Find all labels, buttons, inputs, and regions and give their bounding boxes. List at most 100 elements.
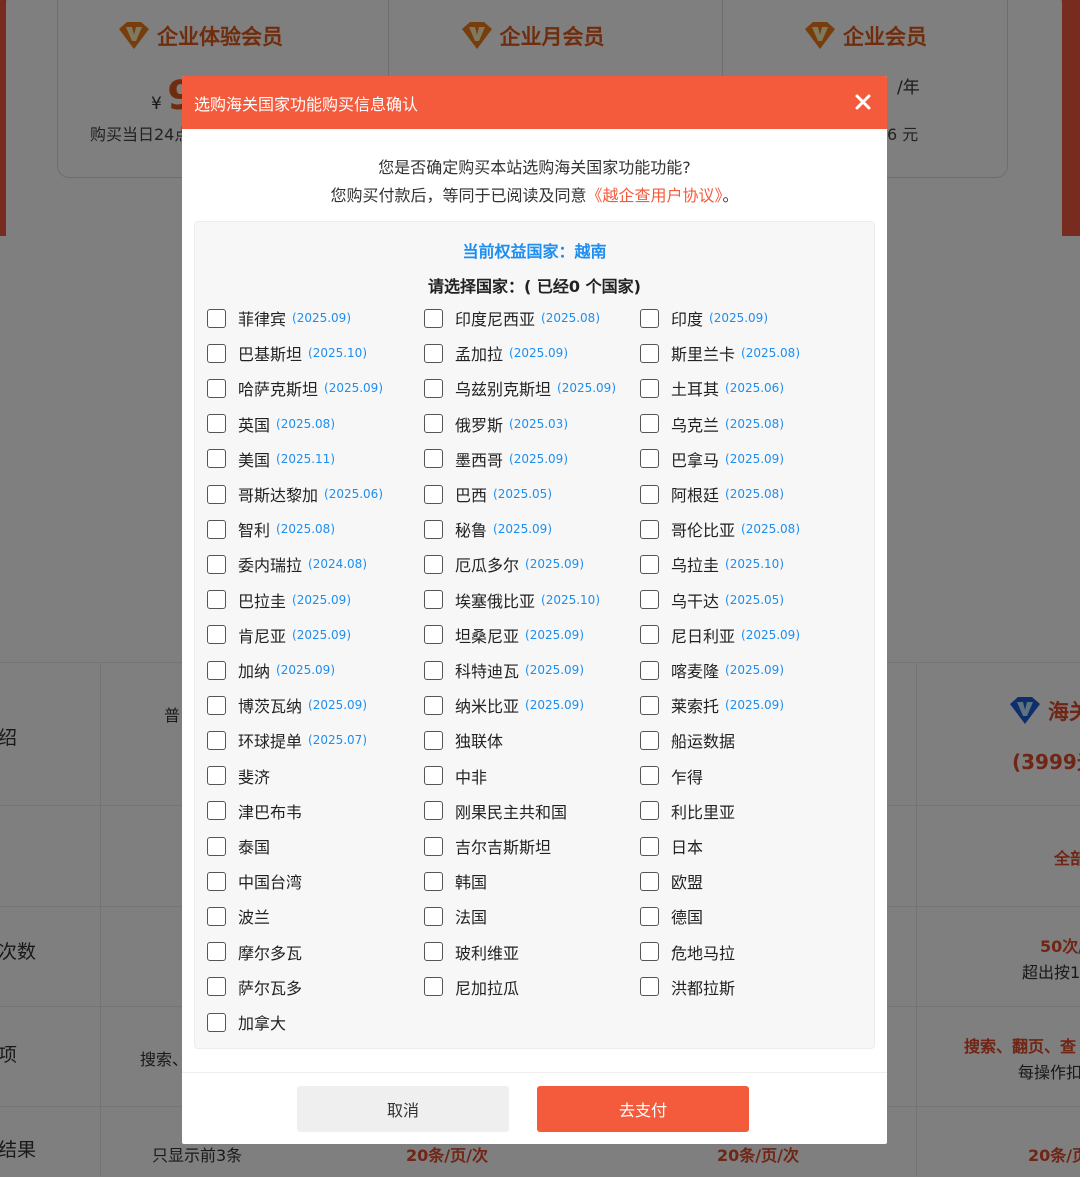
country-option[interactable]: 摩尔多瓦: [207, 940, 302, 964]
country-checkbox[interactable]: [207, 414, 226, 434]
country-checkbox[interactable]: [207, 977, 226, 997]
close-icon[interactable]: [851, 90, 875, 114]
country-option[interactable]: 哥斯达黎加 (2025.06): [207, 482, 383, 506]
country-checkbox[interactable]: [424, 308, 443, 328]
country-option[interactable]: 莱索托 (2025.09): [640, 693, 784, 717]
country-option[interactable]: 刚果民主共和国: [424, 799, 567, 823]
country-option[interactable]: 加纳 (2025.09): [207, 658, 335, 682]
country-checkbox[interactable]: [640, 625, 659, 645]
country-option[interactable]: 埃塞俄比亚 (2025.10): [424, 588, 600, 612]
country-checkbox[interactable]: [640, 977, 659, 997]
user-agreement-link[interactable]: 《越企查用户协议》: [586, 186, 722, 205]
country-checkbox[interactable]: [640, 906, 659, 926]
country-checkbox[interactable]: [424, 695, 443, 715]
country-checkbox[interactable]: [207, 695, 226, 715]
country-checkbox[interactable]: [640, 766, 659, 786]
country-checkbox[interactable]: [640, 871, 659, 891]
country-checkbox[interactable]: [640, 942, 659, 962]
country-option[interactable]: 加拿大: [207, 1010, 286, 1034]
country-checkbox[interactable]: [207, 449, 226, 469]
country-option[interactable]: 印度尼西亚 (2025.08): [424, 306, 600, 330]
country-option[interactable]: 土耳其 (2025.06): [640, 376, 784, 400]
country-checkbox[interactable]: [640, 414, 659, 434]
country-option[interactable]: 哥伦比亚 (2025.08): [640, 517, 800, 541]
country-checkbox[interactable]: [424, 484, 443, 504]
country-option[interactable]: 萨尔瓦多: [207, 975, 302, 999]
country-checkbox[interactable]: [640, 801, 659, 821]
country-option[interactable]: 德国: [640, 904, 703, 928]
country-checkbox[interactable]: [640, 378, 659, 398]
country-checkbox[interactable]: [207, 519, 226, 539]
country-option[interactable]: 巴拿马 (2025.09): [640, 447, 784, 471]
country-option[interactable]: 斯里兰卡 (2025.08): [640, 341, 800, 365]
country-option[interactable]: 巴西 (2025.05): [424, 482, 552, 506]
country-option[interactable]: 津巴布韦: [207, 799, 302, 823]
country-checkbox[interactable]: [424, 378, 443, 398]
country-checkbox[interactable]: [207, 801, 226, 821]
country-checkbox[interactable]: [640, 695, 659, 715]
country-option[interactable]: 博茨瓦纳 (2025.09): [207, 693, 367, 717]
country-checkbox[interactable]: [424, 660, 443, 680]
country-checkbox[interactable]: [207, 554, 226, 574]
country-checkbox[interactable]: [424, 942, 443, 962]
country-checkbox[interactable]: [424, 871, 443, 891]
country-option[interactable]: 吉尔吉斯斯坦: [424, 834, 551, 858]
country-checkbox[interactable]: [424, 836, 443, 856]
country-checkbox[interactable]: [640, 660, 659, 680]
country-checkbox[interactable]: [424, 766, 443, 786]
country-option[interactable]: 阿根廷 (2025.08): [640, 482, 784, 506]
country-checkbox[interactable]: [207, 871, 226, 891]
country-option[interactable]: 科特迪瓦 (2025.09): [424, 658, 584, 682]
country-option[interactable]: 孟加拉 (2025.09): [424, 341, 568, 365]
country-option[interactable]: 肯尼亚 (2025.09): [207, 623, 351, 647]
country-checkbox[interactable]: [640, 308, 659, 328]
country-checkbox[interactable]: [207, 484, 226, 504]
country-checkbox[interactable]: [424, 590, 443, 610]
country-option[interactable]: 哈萨克斯坦 (2025.09): [207, 376, 383, 400]
country-checkbox[interactable]: [207, 308, 226, 328]
country-option[interactable]: 坦桑尼亚 (2025.09): [424, 623, 584, 647]
country-checkbox[interactable]: [207, 660, 226, 680]
country-checkbox[interactable]: [207, 378, 226, 398]
country-checkbox[interactable]: [207, 942, 226, 962]
country-option[interactable]: 玻利维亚: [424, 940, 519, 964]
country-option[interactable]: 墨西哥 (2025.09): [424, 447, 568, 471]
country-option[interactable]: 秘鲁 (2025.09): [424, 517, 552, 541]
country-option[interactable]: 危地马拉: [640, 940, 735, 964]
country-option[interactable]: 乌兹别克斯坦 (2025.09): [424, 376, 616, 400]
country-option[interactable]: 纳米比亚 (2025.09): [424, 693, 584, 717]
country-checkbox[interactable]: [424, 906, 443, 926]
country-option[interactable]: 尼加拉瓜: [424, 975, 519, 999]
country-checkbox[interactable]: [207, 766, 226, 786]
country-option[interactable]: 船运数据: [640, 728, 735, 752]
country-checkbox[interactable]: [207, 730, 226, 750]
country-option[interactable]: 泰国: [207, 834, 270, 858]
country-option[interactable]: 俄罗斯 (2025.03): [424, 412, 568, 436]
country-checkbox[interactable]: [640, 343, 659, 363]
country-checkbox[interactable]: [424, 414, 443, 434]
country-option[interactable]: 乌克兰 (2025.08): [640, 412, 784, 436]
country-option[interactable]: 印度 (2025.09): [640, 306, 768, 330]
country-checkbox[interactable]: [207, 343, 226, 363]
country-option[interactable]: 菲律宾 (2025.09): [207, 306, 351, 330]
country-option[interactable]: 波兰: [207, 904, 270, 928]
country-checkbox[interactable]: [424, 519, 443, 539]
cancel-button[interactable]: 取消: [297, 1086, 509, 1132]
country-option[interactable]: 法国: [424, 904, 487, 928]
country-checkbox[interactable]: [424, 977, 443, 997]
country-option[interactable]: 乌干达 (2025.05): [640, 588, 784, 612]
country-checkbox[interactable]: [640, 590, 659, 610]
country-checkbox[interactable]: [424, 343, 443, 363]
country-checkbox[interactable]: [640, 519, 659, 539]
country-checkbox[interactable]: [424, 449, 443, 469]
country-option[interactable]: 日本: [640, 834, 703, 858]
country-option[interactable]: 利比里亚: [640, 799, 735, 823]
country-option[interactable]: 独联体: [424, 728, 503, 752]
country-option[interactable]: 尼日利亚 (2025.09): [640, 623, 800, 647]
country-checkbox[interactable]: [424, 625, 443, 645]
country-checkbox[interactable]: [424, 730, 443, 750]
country-option[interactable]: 斐济: [207, 764, 270, 788]
country-option[interactable]: 中非: [424, 764, 487, 788]
country-checkbox[interactable]: [207, 625, 226, 645]
country-option[interactable]: 智利 (2025.08): [207, 517, 335, 541]
